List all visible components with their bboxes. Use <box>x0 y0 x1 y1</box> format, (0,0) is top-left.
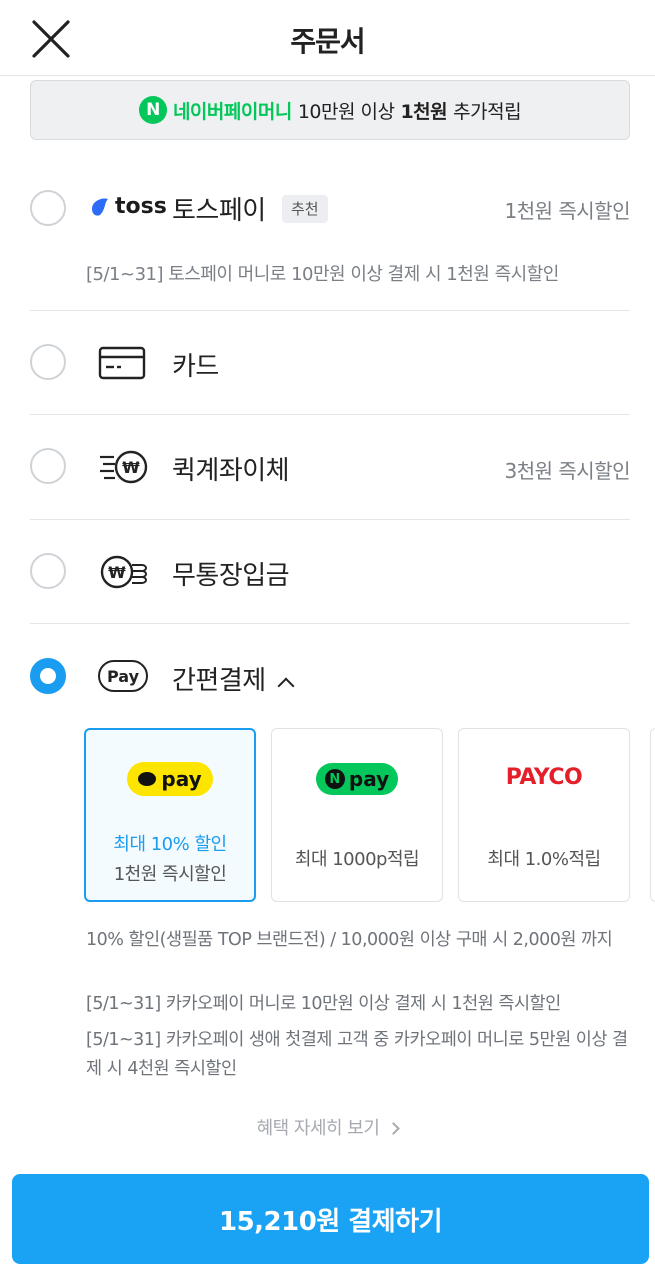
benefit-note: [5/1~31] 카카오페이 머니로 10만원 이상 결제 시 1천원 즉시할인 <box>86 994 561 1014</box>
payco-logo-text: PAYCO <box>505 765 583 790</box>
easy-pay-label: 간편결제 <box>172 660 295 697</box>
payco-benefit-1: 최대 1.0%적립 <box>487 849 601 870</box>
credit-card-icon <box>98 345 146 385</box>
svg-text:₩: ₩ <box>122 458 140 477</box>
divider <box>30 519 630 520</box>
divider <box>30 310 630 311</box>
kakao-logo-text: pay <box>161 767 202 791</box>
benefit-note: 10% 할인(생필품 TOP 브랜드전) / 10,000원 이상 구매 시 2… <box>86 930 613 950</box>
kakao-benefit-1: 최대 10% 할인 <box>113 834 227 855</box>
naver-logo-text: pay <box>348 767 390 791</box>
kakao-benefit-2: 1천원 즉시할인 <box>113 864 227 885</box>
naver-pay-card[interactable]: Npay 최대 1000p적립 <box>271 728 443 902</box>
kakao-pay-card[interactable]: pay 최대 10% 할인 1천원 즉시할인 <box>84 728 256 902</box>
radio-bank-deposit[interactable] <box>30 553 66 589</box>
benefit-note: [5/1~31] 카카오페이 생애 첫결제 고객 중 카카오페이 머니로 5만원… <box>86 1030 628 1079</box>
radio-quick-transfer[interactable] <box>30 448 66 484</box>
promo-highlight: 1천원 <box>400 100 448 123</box>
recommend-badge: 추천 <box>282 195 328 223</box>
payment-option-quick-transfer[interactable]: ₩ 퀵계좌이체 3천원 즉시할인 <box>30 448 631 492</box>
toss-logo-text: toss <box>115 194 167 219</box>
payco-card[interactable]: PAYCO 최대 1.0%적립 <box>458 728 630 902</box>
naver-n-icon: N <box>324 769 345 789</box>
pay-icon: Pay <box>98 660 148 692</box>
payment-option-toss[interactable]: toss 토스페이 1천원 즉시할인 <box>30 186 631 230</box>
naver-pay-promo-banner[interactable]: N 네이버페이머니 10만원 이상 1천원 추가적립 <box>30 80 630 140</box>
toss-discount: 1천원 즉시할인 <box>504 199 631 223</box>
payment-option-card[interactable]: 카드 <box>30 344 630 388</box>
svg-text:₩: ₩ <box>108 563 126 582</box>
promo-text-before: 10만원 이상 <box>297 100 395 123</box>
quick-transfer-discount: 3천원 즉시할인 <box>504 459 631 483</box>
promo-brand: 네이버페이머니 <box>172 100 292 123</box>
easy-pay-label-text: 간편결제 <box>172 666 266 696</box>
radio-easy-pay[interactable] <box>30 658 66 694</box>
next-pay-card-peek[interactable] <box>650 728 655 902</box>
promo-text-after: 추가적립 <box>453 100 522 123</box>
naver-n-icon: N <box>138 96 167 124</box>
chevron-right-icon <box>387 1122 401 1135</box>
benefit-details-link[interactable]: 혜택 자세히 보기 <box>0 1114 655 1140</box>
toss-logo: toss <box>88 194 167 219</box>
benefit-details-text: 혜택 자세히 보기 <box>256 1118 380 1139</box>
speech-bubble-icon <box>138 772 157 786</box>
bank-deposit-label: 무통장입금 <box>172 561 290 591</box>
quick-transfer-label: 퀵계좌이체 <box>172 456 290 486</box>
payment-option-bank-deposit[interactable]: ₩ 무통장입금 <box>30 553 630 597</box>
payco-logo: PAYCO <box>459 765 629 790</box>
naver-benefit-1: 최대 1000p적립 <box>294 849 420 870</box>
naver-pay-logo: Npay <box>272 763 442 795</box>
chevron-up-icon[interactable] <box>277 677 295 695</box>
header-bar: 주문서 <box>0 0 655 76</box>
divider <box>30 414 630 415</box>
toss-label: 토스페이 <box>172 196 266 226</box>
radio-toss[interactable] <box>30 190 66 226</box>
kakao-pay-logo: pay <box>86 762 254 796</box>
quick-transfer-icon: ₩ <box>98 448 150 490</box>
pay-button[interactable]: 15,210원 결제하기 <box>12 1174 649 1264</box>
toss-icon <box>92 197 108 216</box>
coins-icon: ₩ <box>98 553 150 595</box>
radio-card[interactable] <box>30 344 66 380</box>
toss-description: [5/1~31] 토스페이 머니로 10만원 이상 결제 시 1천원 즉시할인 <box>86 264 559 285</box>
page-title: 주문서 <box>290 25 365 58</box>
divider <box>30 623 630 624</box>
card-label: 카드 <box>172 352 219 382</box>
